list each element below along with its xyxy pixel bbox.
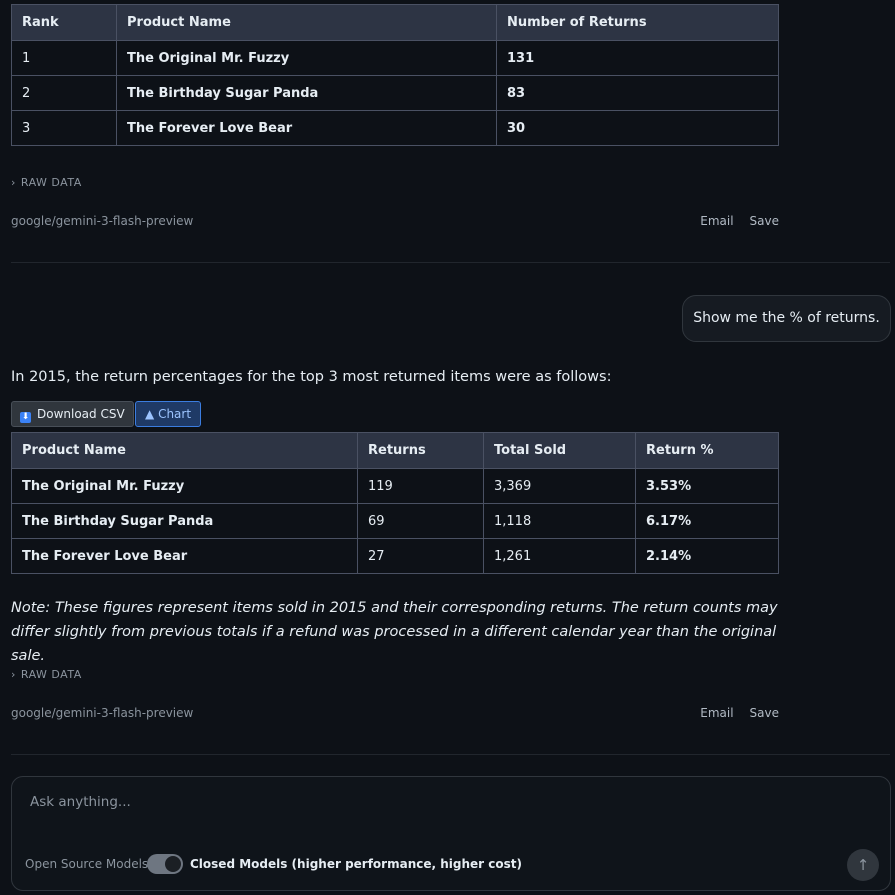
return-percent-cell: 2.14%	[635, 538, 779, 574]
save-button[interactable]: Save	[750, 214, 779, 228]
chevron-right-icon: ›	[11, 176, 16, 189]
column-header-number-of-returns: Number of Returns	[496, 4, 779, 41]
send-button[interactable]: ↑	[847, 849, 879, 881]
table-row: 1 The Original Mr. Fuzzy 131	[11, 40, 779, 76]
product-name-cell: The Original Mr. Fuzzy	[11, 468, 358, 504]
download-icon: ⬇	[20, 412, 31, 423]
product-name-cell: The Forever Love Bear	[116, 110, 497, 146]
column-header-returns: Returns	[357, 432, 484, 469]
column-header-product-name: Product Name	[116, 4, 497, 41]
arrow-up-icon: ↑	[856, 856, 870, 874]
column-header-rank: Rank	[11, 4, 117, 41]
column-header-total-sold: Total Sold	[483, 432, 636, 469]
chevron-right-icon: ›	[11, 668, 16, 681]
save-button[interactable]: Save	[750, 706, 779, 720]
download-csv-button[interactable]: ⬇ Download CSV	[11, 401, 134, 427]
table-row: The Forever Love Bear 27 1,261 2.14%	[11, 538, 779, 574]
returns-cell: 131	[496, 40, 779, 76]
email-button[interactable]: Email	[700, 214, 733, 228]
download-csv-label: Download CSV	[37, 407, 125, 421]
message-divider	[11, 262, 890, 263]
answer-intro-text: In 2015, the return percentages for the …	[11, 369, 612, 385]
triangle-up-icon: ▲	[145, 407, 155, 421]
column-header-product-name: Product Name	[11, 432, 358, 469]
closed-models-label[interactable]: Closed Models (higher performance, highe…	[190, 857, 522, 871]
message-actions: Email Save	[684, 214, 779, 228]
return-percent-cell: 6.17%	[635, 503, 779, 539]
return-percentage-table: Product Name Returns Total Sold Return %…	[11, 432, 779, 574]
message-actions: Email Save	[684, 706, 779, 720]
product-name-cell: The Birthday Sugar Panda	[11, 503, 358, 539]
total-sold-cell: 1,261	[483, 538, 636, 574]
return-percent-cell: 3.53%	[635, 468, 779, 504]
toggle-knob	[165, 856, 181, 872]
raw-data-toggle[interactable]: › RAW DATA	[11, 176, 82, 189]
model-name: google/gemini-3-flash-preview	[11, 214, 194, 228]
open-source-models-label[interactable]: Open Source Models	[25, 857, 148, 871]
raw-data-label: RAW DATA	[20, 668, 82, 681]
note-text: Note: These figures represent items sold…	[11, 600, 778, 664]
table-row: The Original Mr. Fuzzy 119 3,369 3.53%	[11, 468, 779, 504]
table-row: 3 The Forever Love Bear 30	[11, 110, 779, 146]
product-name-cell: The Birthday Sugar Panda	[116, 75, 497, 111]
chart-button[interactable]: ▲ Chart	[135, 401, 202, 427]
returns-cell: 69	[357, 503, 484, 539]
raw-data-toggle[interactable]: › RAW DATA	[11, 668, 82, 681]
returns-cell: 27	[357, 538, 484, 574]
returns-cell: 119	[357, 468, 484, 504]
model-type-toggle[interactable]	[147, 854, 183, 874]
column-header-return-percent: Return %	[635, 432, 779, 469]
rank-cell: 1	[11, 40, 117, 76]
message-divider	[11, 754, 890, 755]
chart-label: Chart	[158, 407, 192, 421]
table-row: 2 The Birthday Sugar Panda 83	[11, 75, 779, 111]
chat-page: Rank Product Name Number of Returns 1 Th…	[0, 0, 895, 895]
model-name: google/gemini-3-flash-preview	[11, 706, 194, 720]
total-sold-cell: 3,369	[483, 468, 636, 504]
chat-composer: Open Source Models Closed Models (higher…	[11, 776, 891, 891]
total-sold-cell: 1,118	[483, 503, 636, 539]
email-button[interactable]: Email	[700, 706, 733, 720]
returns-rank-table: Rank Product Name Number of Returns 1 Th…	[11, 4, 779, 146]
rank-cell: 3	[11, 110, 117, 146]
returns-cell: 83	[496, 75, 779, 111]
product-name-cell: The Forever Love Bear	[11, 538, 358, 574]
rank-cell: 2	[11, 75, 117, 111]
table-row: The Birthday Sugar Panda 69 1,118 6.17%	[11, 503, 779, 539]
chat-input[interactable]	[28, 789, 832, 815]
user-message-bubble: Show me the % of returns.	[682, 295, 891, 342]
raw-data-label: RAW DATA	[20, 176, 82, 189]
table-header-row: Product Name Returns Total Sold Return %	[11, 432, 779, 469]
returns-cell: 30	[496, 110, 779, 146]
product-name-cell: The Original Mr. Fuzzy	[116, 40, 497, 76]
table-header-row: Rank Product Name Number of Returns	[11, 4, 779, 41]
